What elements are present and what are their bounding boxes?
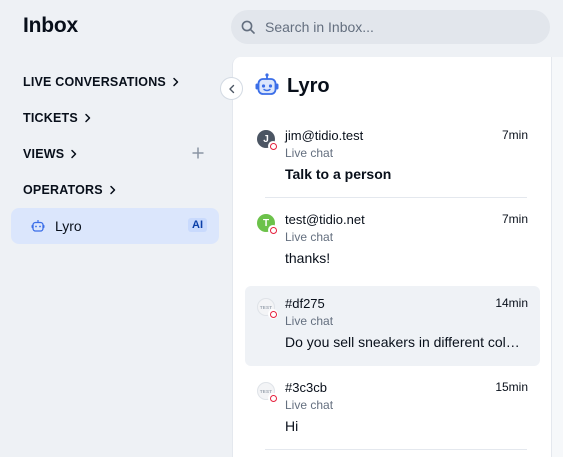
search-icon — [241, 20, 255, 34]
status-offline-icon — [268, 225, 278, 235]
conversation-time: 7min — [501, 128, 528, 142]
sidebar-section-views[interactable]: VIEWS — [23, 147, 78, 161]
add-view-button[interactable] — [191, 146, 205, 160]
conversation-last-message: Talk to a person — [285, 166, 392, 182]
chevron-right-icon — [70, 149, 78, 159]
status-offline-icon — [268, 393, 278, 403]
divider — [265, 449, 527, 450]
sidebar-section-tickets[interactable]: TICKETS — [23, 111, 92, 125]
search-box[interactable] — [231, 10, 550, 44]
conversation-channel: Live chat — [285, 230, 334, 244]
conversation-item[interactable]: TEST #3c3cb 15min Live chat Hi — [245, 370, 540, 450]
status-offline-icon — [268, 141, 278, 151]
conversation-channel: Live chat — [285, 146, 334, 160]
conversation-channel: Live chat — [285, 398, 334, 412]
status-offline-icon — [268, 309, 278, 319]
sidebar-section-label: LIVE CONVERSATIONS — [23, 75, 166, 89]
sidebar-item-lyro[interactable]: Lyro AI — [11, 208, 219, 244]
collapse-sidebar-button[interactable] — [220, 77, 243, 100]
plus-icon — [192, 147, 204, 159]
ai-badge: AI — [188, 218, 207, 232]
conversation-name: test@tidio.net — [285, 212, 365, 227]
conversation-time: 7min — [501, 212, 528, 226]
conversation-item[interactable]: TEST #df275 14min Live chat Do you sell … — [245, 286, 540, 366]
lyro-bot-icon — [31, 219, 45, 233]
page-title: Inbox — [23, 14, 78, 37]
conversation-time: 14min — [495, 296, 528, 310]
chevron-left-icon — [228, 84, 234, 93]
conversation-time: 15min — [495, 380, 528, 394]
chevron-right-icon — [109, 185, 117, 195]
divider — [265, 197, 527, 198]
adjacent-panel-edge — [551, 57, 563, 457]
panel-header: Lyro — [255, 73, 330, 99]
sidebar-section-label: TICKETS — [23, 111, 78, 125]
panel-title: Lyro — [287, 74, 330, 97]
conversation-item[interactable]: T test@tidio.net 7min Live chat thanks! — [245, 202, 540, 282]
chevron-right-icon — [84, 113, 92, 123]
sidebar-section-operators[interactable]: OPERATORS — [23, 183, 117, 197]
conversation-last-message: Do you sell sneakers in different colors… — [285, 334, 525, 350]
chevron-right-icon — [172, 77, 180, 87]
conversation-list-panel: Lyro J jim@tidio.test 7min Live chat Tal… — [232, 57, 551, 457]
sidebar-section-label: VIEWS — [23, 147, 65, 161]
conversation-name: jim@tidio.test — [285, 128, 364, 143]
conversation-last-message: Hi — [285, 418, 299, 434]
sidebar-item-label: Lyro — [55, 218, 82, 234]
conversation-channel: Live chat — [285, 314, 334, 328]
search-input[interactable] — [265, 19, 525, 35]
sidebar-section-live-conversations[interactable]: LIVE CONVERSATIONS — [23, 75, 180, 89]
sidebar-section-label: OPERATORS — [23, 183, 103, 197]
conversation-name: #df275 — [285, 296, 325, 311]
conversation-name: #3c3cb — [285, 380, 327, 395]
conversation-last-message: thanks! — [285, 250, 331, 266]
conversation-item[interactable]: J jim@tidio.test 7min Live chat Talk to … — [245, 118, 540, 198]
lyro-bot-icon — [255, 73, 279, 99]
